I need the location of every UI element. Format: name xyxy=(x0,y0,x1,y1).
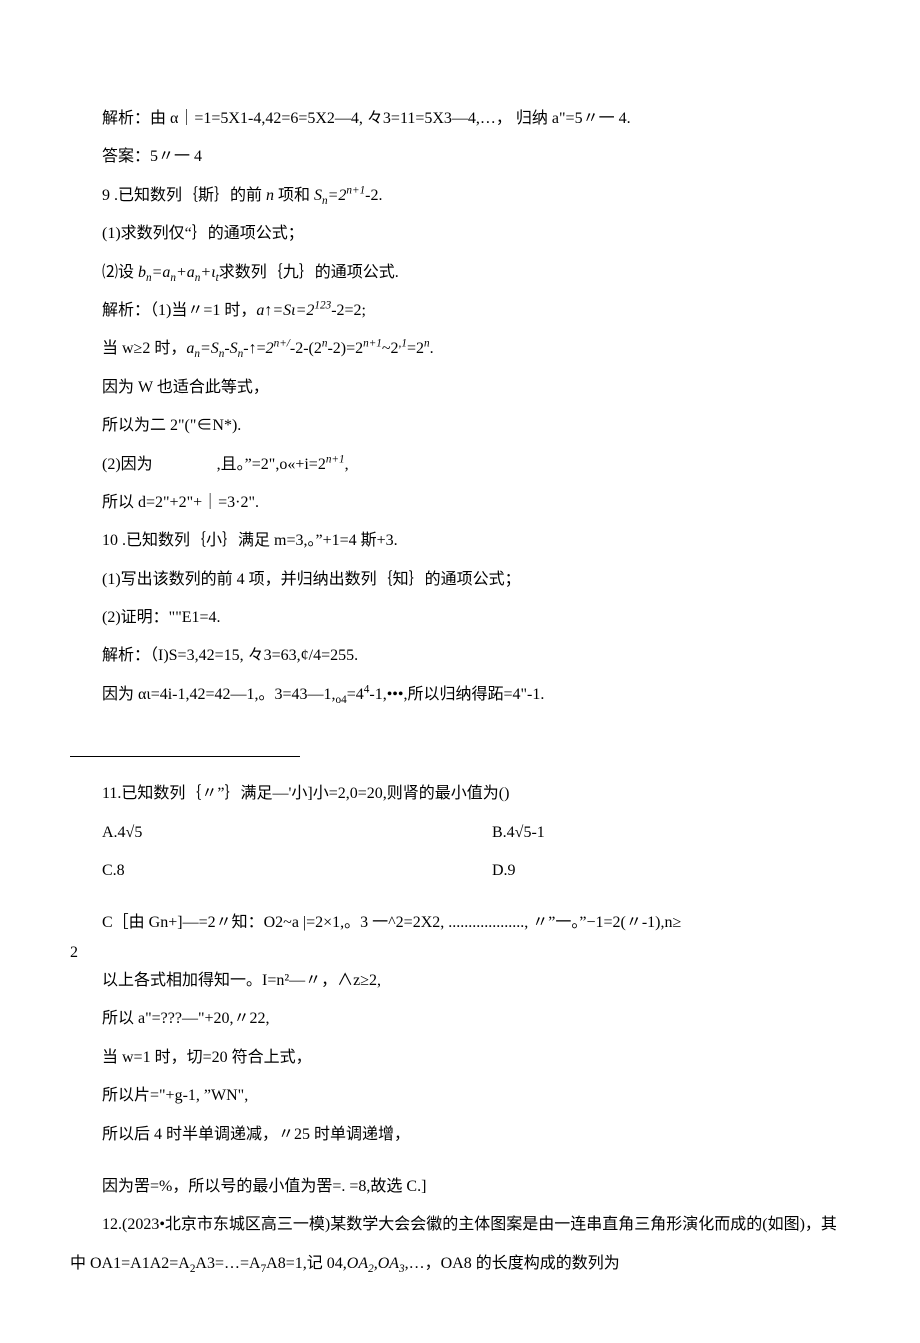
text: C［由 Gn+]—=2〃知：O2~a |=2×1,。3 一^2=2X2, ...… xyxy=(102,914,681,931)
q11-sol-5: 所以片="+g-1, ”WN", xyxy=(70,1077,850,1115)
text: , xyxy=(345,456,349,473)
text: B.4√5-1 xyxy=(492,824,545,841)
expr: n+1 xyxy=(363,340,382,357)
text: ~2 xyxy=(382,340,399,357)
text: 当 w≥2 时， xyxy=(102,340,186,357)
text: -2-(2 xyxy=(290,340,322,357)
option-B: B.4√5-1 xyxy=(460,814,850,852)
text: -2)=2 xyxy=(327,340,363,357)
text: 当 w=1 时，切=20 符合上式， xyxy=(102,1049,312,1066)
q11-options-row2: C.8 D.9 xyxy=(70,852,850,890)
text: 以上各式相加得知一。I=n²—〃，∧z≥2, xyxy=(102,972,381,989)
q11-sol-6: 所以后 4 时半单调递减，〃25 时单调递增， xyxy=(70,1116,850,1154)
q11-stem: 11.已知数列｛〃”｝满足—'小]小=2,0=20,则肾的最小值为() xyxy=(70,775,850,813)
text: A3=…=A xyxy=(195,1255,260,1272)
q9-sol-5: (2)因为 ,且。”=2",o«+i=2n+1, xyxy=(70,446,850,484)
q9-stem: 9 .已知数列｛斯｝的前 n 项和 Sn=2n+1-2. xyxy=(70,177,850,215)
text: 解析：由 α｜=1=5X1-4,42=6=5X2—4, 々3=11=5X3—4,… xyxy=(102,110,631,127)
q11-sol-7: 因为罟=%，所以号的最小值为罟=. =8,故选 C.] xyxy=(70,1168,850,1206)
text: 解析：（1)当〃=1 时， xyxy=(102,302,256,319)
expr-bn: bn=an+an+ιt xyxy=(138,264,219,281)
q9-part1: (1)求数列仅“｝的通项公式； xyxy=(70,215,850,253)
q9-sol-1: 解析：（1)当〃=1 时，a↑=Sι=2123-2=2; xyxy=(70,292,850,330)
text: 因为 αι=4i-1,42=42—1,。3=43—1, xyxy=(102,686,336,703)
spacer xyxy=(70,890,850,904)
option-A: A.4√5 xyxy=(70,814,460,852)
text: (1)写出该数列的前 4 项，并归纳出数列｛知｝的通项公式； xyxy=(102,571,521,588)
expr: n+1 xyxy=(326,456,345,473)
text: 10 .已知数列｛小｝满足 m=3,。”+1=4 斯+3. xyxy=(102,532,398,549)
text: ,且。”=2",o«+i=2 xyxy=(217,456,326,473)
text: 因为罟=%，所以号的最小值为罟=. =8,故选 C.] xyxy=(102,1178,426,1195)
q11-options-row1: A.4√5 B.4√5-1 xyxy=(70,814,850,852)
text: (2)因为 xyxy=(102,456,153,473)
gap xyxy=(153,456,217,473)
q11-sol-1: C［由 Gn+]—=2〃知：O2~a |=2×1,。3 一^2=2X2, ...… xyxy=(70,904,850,942)
q10-part1: (1)写出该数列的前 4 项，并归纳出数列｛知｝的通项公式； xyxy=(70,561,850,599)
spacer xyxy=(70,1154,850,1168)
expr-Sn: Sn=2n+1 xyxy=(314,187,365,204)
text: -↑= xyxy=(243,340,265,357)
option-C: C.8 xyxy=(70,852,460,890)
expr-an: an=Sn-Sn xyxy=(186,340,243,357)
text: 9 .已知数列｛斯｝的前 xyxy=(102,187,266,204)
text: 所以 a"=???—"+20,〃22, xyxy=(102,1010,270,1027)
text: 求数列｛九｝的通项公式. xyxy=(219,264,399,281)
text: ⑵设 xyxy=(102,264,138,281)
text: 解析：（I)S=3,42=15, 々3=63,¢/4=255. xyxy=(102,647,358,664)
q10-sol-2: 因为 αι=4i-1,42=42—1,。3=43—1,o4=44-1,•••,所… xyxy=(70,676,850,714)
text: ,…，OA8 的长度构成的数列为 xyxy=(405,1255,620,1272)
q10-sol-1: 解析：（I)S=3,42=15, 々3=63,¢/4=255. xyxy=(70,637,850,675)
q9-sol-6: 所以 d=2"+2"+｜=3·2". xyxy=(70,484,850,522)
text: 答案：5〃一 4 xyxy=(102,148,202,165)
text: -1,•••,所以归纳得跖=4"-1. xyxy=(369,686,544,703)
text: 所以后 4 时半单调递减，〃25 时单调递增， xyxy=(102,1126,410,1143)
text: -2=2; xyxy=(331,302,366,319)
text: -2. xyxy=(365,187,382,204)
text: 所以片="+g-1, ”WN", xyxy=(102,1087,248,1104)
q9-sol-3: 因为 W 也适合此等式， xyxy=(70,369,850,407)
q9-part2: ⑵设 bn=an+an+ιt求数列｛九｝的通项公式. xyxy=(70,254,850,292)
text: 所以 d=2"+2"+｜=3·2". xyxy=(102,494,259,511)
text: 因为 W 也适合此等式， xyxy=(102,379,269,396)
analysis-line-8: 解析：由 α｜=1=5X1-4,42=6=5X2—4, 々3=11=5X3—4,… xyxy=(70,100,850,138)
var-n: n xyxy=(266,187,274,204)
q10-part2: (2)证明：""E1=4. xyxy=(70,599,850,637)
text: A8=1,记 04, xyxy=(266,1255,347,1272)
q11-sol-4: 当 w=1 时，切=20 符合上式， xyxy=(70,1039,850,1077)
text: 2 xyxy=(70,944,78,961)
expr: ,1 xyxy=(399,340,407,357)
text: 项和 xyxy=(274,187,314,204)
text: C.8 xyxy=(102,862,125,879)
spacer xyxy=(70,714,850,728)
q11-sol-2: 以上各式相加得知一。I=n²—〃，∧z≥2, xyxy=(70,962,850,1000)
text: (2)证明：""E1=4. xyxy=(102,609,221,626)
text: A.4√5 xyxy=(102,824,142,841)
expr: 2n+/ xyxy=(266,340,290,357)
sub-o4: o4 xyxy=(336,694,347,706)
text: 11.已知数列｛〃”｝满足—'小]小=2,0=20,则肾的最小值为() xyxy=(102,785,509,802)
expr-OA: OA2,OA3 xyxy=(347,1255,405,1272)
section-divider xyxy=(70,756,300,757)
text: . xyxy=(430,340,434,357)
q11-sol-1-tail: 2 xyxy=(70,943,850,962)
answer-line-8: 答案：5〃一 4 xyxy=(70,138,850,176)
expr-a1: a↑=Sι=2123 xyxy=(256,302,331,319)
text: =4 xyxy=(347,686,364,703)
text: D.9 xyxy=(492,862,516,879)
q11-sol-3: 所以 a"=???—"+20,〃22, xyxy=(70,1000,850,1038)
q10-stem: 10 .已知数列｛小｝满足 m=3,。”+1=4 斯+3. xyxy=(70,522,850,560)
q12-stem: 12.(2023•北京市东城区高三一模)某数学大会会徽的主体图案是由一连串直角三… xyxy=(70,1206,850,1283)
q9-sol-4: 所以为二 2"("∈N*). xyxy=(70,407,850,445)
option-D: D.9 xyxy=(460,852,850,890)
q9-sol-2: 当 w≥2 时，an=Sn-Sn-↑=2n+/-2-(2n-2)=2n+1~2,… xyxy=(70,330,850,368)
text: =2 xyxy=(407,340,424,357)
text: 所以为二 2"("∈N*). xyxy=(102,417,241,434)
text: (1)求数列仅“｝的通项公式； xyxy=(102,225,304,242)
